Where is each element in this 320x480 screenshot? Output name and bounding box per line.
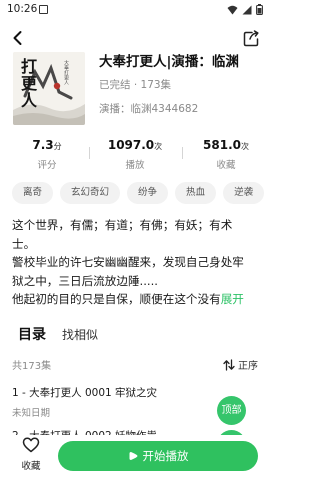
book-cover[interactable]: 打更人 大奉打更人 bbox=[13, 52, 85, 125]
battery-icon bbox=[256, 4, 263, 15]
tag-chip[interactable]: 纷争 bbox=[127, 182, 169, 204]
start-play-button[interactable]: 开始播放 bbox=[58, 441, 258, 471]
description-line: 这个世界，有儒；有道；有佛；有妖；有术 bbox=[12, 218, 233, 232]
tag-chip[interactable]: 热血 bbox=[175, 182, 217, 204]
stat-plays: 1097.0次 播放 bbox=[100, 138, 170, 171]
tag-list: 离奇 玄幻奇幻 纷争 热血 逆袭 bbox=[12, 180, 270, 204]
description-line: 他起初的目的只是自保，顺便在这个没有 bbox=[12, 292, 221, 307]
meta-separator: · bbox=[130, 79, 141, 91]
stat-favorites-unit: 次 bbox=[240, 142, 249, 151]
tag-chip[interactable]: 玄幻奇幻 bbox=[60, 182, 121, 204]
stat-rating-label: 评分 bbox=[37, 160, 57, 171]
bottom-action-bar: 收藏 开始播放 bbox=[0, 435, 270, 480]
sort-label: 正序 bbox=[238, 361, 258, 372]
stat-rating-value: 7.3 bbox=[32, 138, 54, 152]
book-narrator: 演播：临渊4344682 bbox=[99, 103, 199, 115]
stat-divider bbox=[182, 147, 183, 159]
sort-icon bbox=[223, 358, 235, 371]
stat-favorites-label: 收藏 bbox=[216, 160, 236, 171]
play-label: 开始播放 bbox=[142, 449, 189, 463]
episode-title[interactable]: 1 - 大奉打更人 0001 牢狱之灾 bbox=[12, 385, 212, 400]
book-title: 大奉打更人|演播：临渊 bbox=[99, 54, 239, 70]
book-meta: 已完结 · 173集 bbox=[99, 77, 171, 92]
heart-icon bbox=[22, 437, 40, 453]
stat-favorites-value: 581.0 bbox=[203, 138, 241, 152]
description-last-line: 他起初的目的只是自保，顺便在这个没有展开 bbox=[12, 290, 260, 309]
notification-icon bbox=[39, 5, 48, 14]
expand-link[interactable]: 展开 bbox=[221, 292, 244, 306]
tab-similar[interactable]: 找相似 bbox=[62, 326, 98, 343]
status-indicators bbox=[227, 4, 263, 15]
stat-favorites: 581.0次 收藏 bbox=[192, 138, 260, 171]
tab-catalog[interactable]: 目录 bbox=[18, 324, 46, 344]
play-icon bbox=[129, 452, 137, 460]
tag-chip[interactable]: 逆袭 bbox=[223, 182, 265, 204]
stat-plays-label: 播放 bbox=[125, 160, 145, 171]
episode-date: 未知日期 bbox=[12, 408, 51, 419]
scroll-top-button[interactable]: 顶部 bbox=[217, 396, 246, 425]
stat-plays-unit: 次 bbox=[154, 142, 163, 151]
stat-rating: 7.3分 评分 bbox=[22, 138, 72, 171]
description-line: 士。 bbox=[12, 236, 36, 251]
signal-icon bbox=[242, 5, 252, 14]
stat-plays-value: 1097.0 bbox=[107, 138, 155, 152]
episode-total: 173集 bbox=[140, 79, 172, 91]
share-icon[interactable] bbox=[242, 30, 260, 48]
sort-button[interactable]: 正序 bbox=[223, 357, 258, 372]
collect-button[interactable]: 收藏 bbox=[14, 437, 48, 472]
tag-chip[interactable]: 离奇 bbox=[12, 182, 54, 204]
status-bar: 10:26 bbox=[0, 0, 270, 20]
wifi-icon bbox=[227, 5, 238, 14]
book-status: 已完结 bbox=[99, 79, 131, 91]
back-button[interactable] bbox=[8, 28, 28, 48]
description-line: 狱之中，三日后流放边陲..... bbox=[12, 273, 158, 288]
stat-rating-unit: 分 bbox=[53, 142, 62, 151]
status-time: 10:26 bbox=[7, 3, 38, 15]
book-description: 这个世界，有儒；有道；有佛；有妖；有术 士。 警校毕业的许七安幽幽醒来，发现自己… bbox=[12, 216, 260, 309]
collect-label: 收藏 bbox=[21, 461, 41, 472]
description-line: 警校毕业的许七安幽幽醒来，发现自己身处牢 bbox=[12, 255, 244, 270]
cover-subtitle: 大奉打更人 bbox=[63, 60, 69, 85]
stat-divider bbox=[89, 147, 90, 159]
cover-title: 打更人 bbox=[18, 58, 37, 109]
episode-count: 共173集 bbox=[12, 361, 52, 372]
